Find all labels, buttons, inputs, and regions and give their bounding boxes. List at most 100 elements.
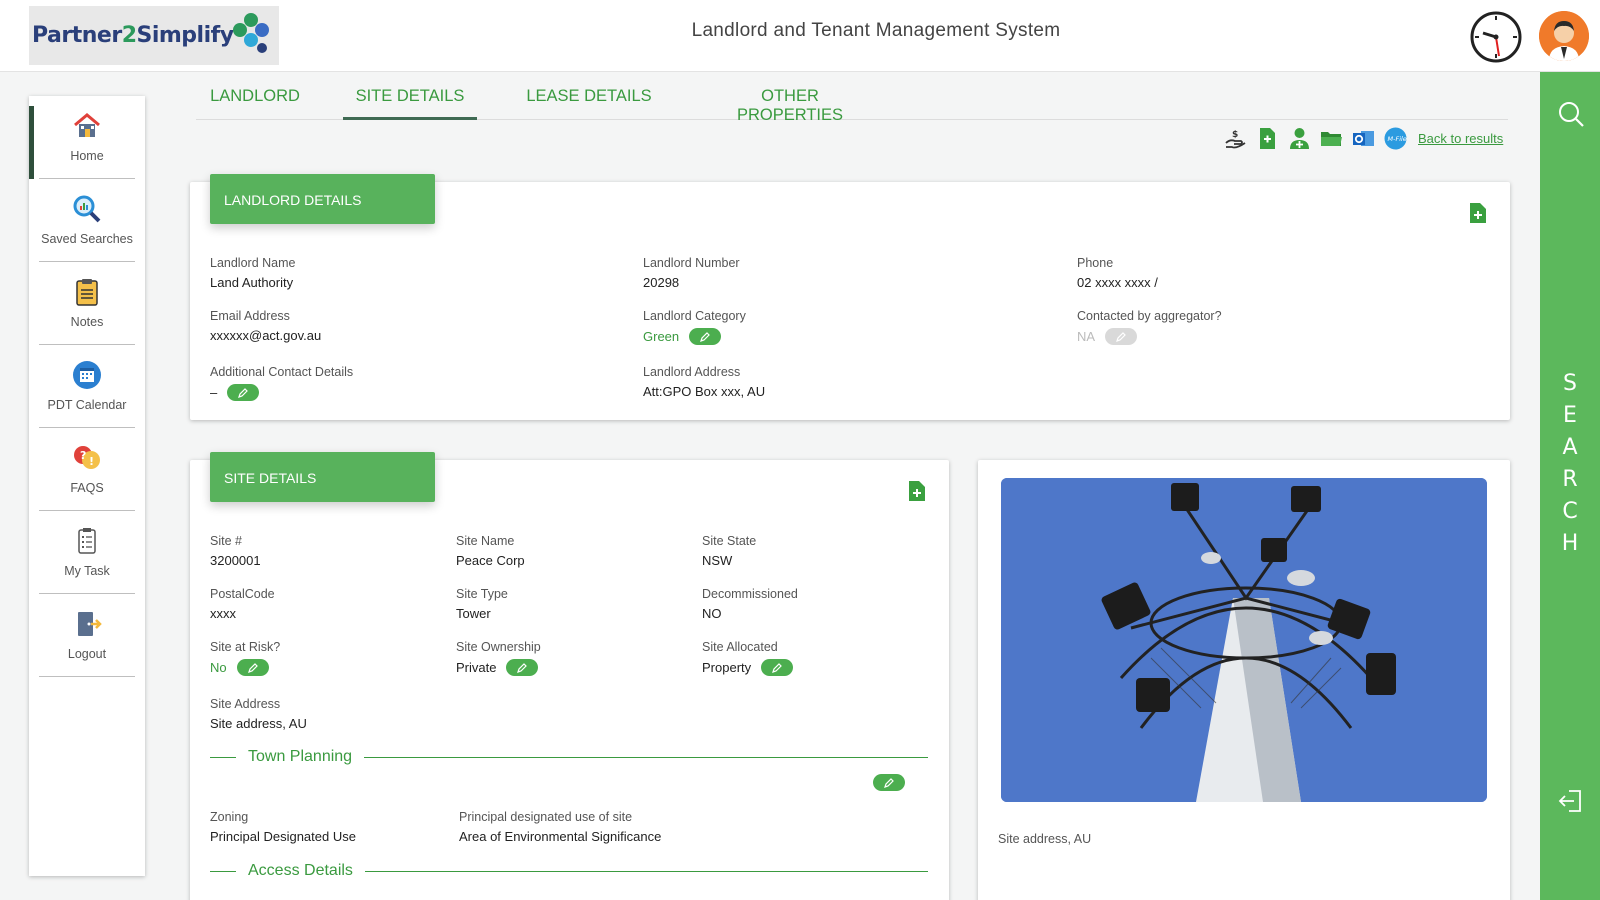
tab-lease-details[interactable]: LEASE DETAILS bbox=[524, 87, 654, 120]
sidebar-item-label: Saved Searches bbox=[41, 232, 133, 246]
exit-icon[interactable] bbox=[1557, 788, 1583, 814]
sidebar-item-logout[interactable]: Logout bbox=[39, 594, 135, 677]
search-vertical-label: S E A R C H bbox=[1540, 368, 1600, 560]
field-label: Decommissioned bbox=[702, 587, 798, 601]
photo-caption: Site address, AU bbox=[998, 832, 1092, 846]
principal-use-field: Principal designated use of site Area of… bbox=[459, 810, 661, 844]
search-letter: E bbox=[1563, 403, 1577, 428]
site-type-field: Site Type Tower bbox=[456, 587, 508, 621]
field-value: Principal Designated Use bbox=[210, 829, 356, 844]
outlook-icon[interactable] bbox=[1352, 127, 1375, 150]
field-value: 20298 bbox=[643, 275, 680, 290]
faq-icon: ? ! bbox=[74, 446, 100, 469]
field-label: Landlord Name bbox=[210, 256, 296, 270]
contacted-by-aggregator-field: Contacted by aggregator? NA bbox=[1077, 309, 1222, 345]
add-document-icon[interactable] bbox=[907, 480, 927, 502]
field-value-row: Private bbox=[456, 659, 541, 676]
search-panel-toggle[interactable]: S E A R C H bbox=[1540, 72, 1600, 900]
sidebar-item-saved-searches[interactable]: Saved Searches bbox=[39, 179, 135, 262]
edit-button[interactable] bbox=[227, 384, 260, 401]
field-value: No bbox=[210, 660, 227, 675]
zoning-field: Zoning Principal Designated Use bbox=[210, 810, 356, 844]
field-value: Area of Environmental Significance bbox=[459, 829, 662, 844]
sidebar-item-notes[interactable]: Notes bbox=[39, 262, 135, 345]
card-header: SITE DETAILS bbox=[210, 452, 435, 502]
handover-icon[interactable]: $ bbox=[1224, 127, 1247, 150]
pencil-icon bbox=[884, 777, 894, 788]
add-document-icon[interactable] bbox=[1468, 202, 1488, 224]
edit-button[interactable] bbox=[1105, 328, 1138, 345]
tab-landlord[interactable]: LANDLORD bbox=[210, 87, 300, 120]
back-to-results-link[interactable]: Back to results bbox=[1418, 131, 1503, 146]
sidebar-item-my-task[interactable]: My Task bbox=[39, 511, 135, 594]
field-label: PostalCode bbox=[210, 587, 275, 601]
divider-line bbox=[210, 756, 236, 758]
pencil-icon bbox=[1116, 331, 1126, 342]
tab-bar: LANDLORD SITE DETAILS LEASE DETAILS OTHE… bbox=[196, 78, 1508, 124]
field-label: Site at Risk? bbox=[210, 640, 281, 654]
search-letter: S bbox=[1563, 371, 1577, 396]
user-avatar[interactable] bbox=[1539, 11, 1589, 61]
field-value: NO bbox=[702, 606, 722, 621]
sidebar-item-faqs[interactable]: ? ! FAQS bbox=[39, 428, 135, 511]
field-value: xxxx bbox=[210, 606, 236, 621]
field-label: Site Type bbox=[456, 587, 508, 601]
field-value-row: No bbox=[210, 659, 280, 676]
add-document-icon[interactable] bbox=[1256, 127, 1279, 150]
field-label: Principal designated use of site bbox=[459, 810, 633, 824]
field-label: Site Address bbox=[210, 697, 281, 711]
sidebar-item-home[interactable]: Home bbox=[29, 96, 135, 179]
landlord-name-field: Landlord Name Land Authority bbox=[210, 256, 295, 290]
phone-field: Phone 02 xxxx xxxx / bbox=[1077, 256, 1158, 290]
site-allocated-field: Site Allocated Property bbox=[702, 640, 794, 676]
field-value: NA bbox=[1077, 329, 1096, 344]
site-number-field: Site # 3200001 bbox=[210, 534, 261, 568]
search-icon[interactable] bbox=[1557, 100, 1585, 128]
field-value-row: Green bbox=[643, 328, 746, 345]
sidebar-item-pdt-calendar[interactable]: PDT Calendar bbox=[39, 345, 135, 428]
folder-icon[interactable] bbox=[1320, 127, 1343, 150]
pencil-icon bbox=[517, 662, 528, 673]
edit-button[interactable] bbox=[689, 328, 722, 345]
field-value: xxxxxx@act.gov.au bbox=[210, 328, 322, 343]
divider-line bbox=[210, 870, 236, 872]
svg-text:?: ? bbox=[80, 449, 86, 462]
field-value: Property bbox=[702, 660, 752, 675]
app-title: Landlord and Tenant Management System bbox=[691, 20, 1061, 41]
field-label: Landlord Number bbox=[643, 256, 740, 270]
field-value: Att:GPO Box xxx, AU bbox=[643, 384, 766, 399]
edit-button[interactable] bbox=[506, 659, 539, 676]
sidebar-item-label: Logout bbox=[67, 647, 107, 661]
sidebar-item-label: PDT Calendar bbox=[47, 398, 127, 412]
edit-button[interactable] bbox=[236, 659, 269, 676]
saved-searches-icon bbox=[73, 195, 101, 223]
logout-icon bbox=[78, 612, 102, 636]
mfiles-icon[interactable]: M-Files bbox=[1384, 127, 1407, 150]
field-value-row: Property bbox=[702, 659, 794, 676]
sidebar-item-label: FAQS bbox=[70, 481, 104, 495]
home-icon bbox=[74, 113, 100, 137]
site-name-field: Site Name Peace Corp bbox=[456, 534, 525, 568]
field-value-row: NA bbox=[1077, 328, 1222, 345]
clipboard-icon bbox=[76, 279, 98, 306]
site-ownership-field: Site Ownership Private bbox=[456, 640, 541, 676]
additional-contact-field: Additional Contact Details – bbox=[210, 365, 353, 401]
search-letter: H bbox=[1561, 531, 1579, 556]
landlord-address-field: Landlord Address Att:GPO Box xxx, AU bbox=[643, 365, 765, 399]
sidebar-item-label: Notes bbox=[70, 315, 104, 329]
person-icon[interactable] bbox=[1288, 127, 1311, 150]
site-state-field: Site State NSW bbox=[702, 534, 756, 568]
field-value: Peace Corp bbox=[456, 553, 525, 568]
clock-icon[interactable] bbox=[1470, 11, 1522, 63]
field-value: – bbox=[210, 385, 218, 400]
postal-code-field: PostalCode xxxx bbox=[210, 587, 275, 621]
user-avatar-icon bbox=[1539, 11, 1589, 61]
edit-button[interactable] bbox=[761, 659, 794, 676]
town-planning-divider: Town Planning bbox=[210, 748, 928, 766]
site-address-field: Site Address Site address, AU bbox=[210, 697, 307, 731]
edit-town-planning-button[interactable] bbox=[873, 774, 905, 791]
tab-other-properties[interactable]: OTHER PROPERTIES bbox=[708, 87, 872, 124]
field-label: Zoning bbox=[210, 810, 249, 824]
section-title: Access Details bbox=[248, 862, 353, 879]
tab-site-details[interactable]: SITE DETAILS bbox=[343, 87, 477, 120]
